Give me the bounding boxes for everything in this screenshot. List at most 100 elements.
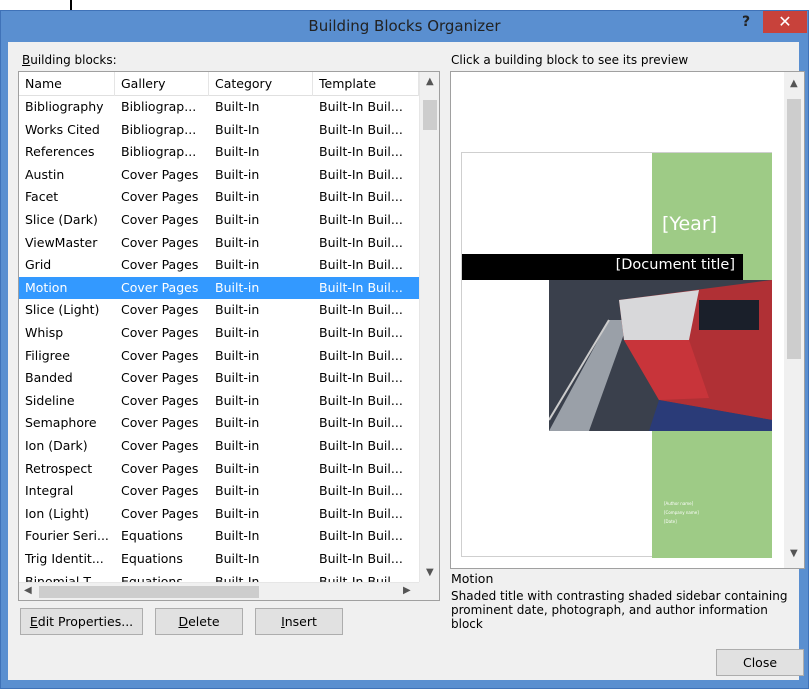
list-row[interactable]: Ion (Dark) Cover Pages Built-in Built-In Bu… <box>19 435 419 458</box>
row-name: Motion <box>25 279 68 295</box>
row-name: Works Cited <box>25 121 100 137</box>
list-header: Name Gallery Category Template <box>19 72 419 96</box>
list-row[interactable]: ViewMaster Cover Pages Built-in Built-In Bu… <box>19 232 419 255</box>
list-vertical-scrollbar[interactable]: ▲ ▼ <box>419 72 439 598</box>
row-template: Built-In Buil... <box>319 144 403 160</box>
row-name: Ion (Dark) <box>25 438 88 453</box>
list-row[interactable]: Austin Cover Pages Built-in Built-In Buil..… <box>19 164 419 187</box>
row-name: Austin <box>25 166 65 182</box>
row-category: Built-In <box>215 99 260 114</box>
row-category: Built-In <box>215 528 260 544</box>
row-name: Trig Identit... <box>25 551 104 566</box>
row-category: Built-in <box>215 460 260 476</box>
delete-button[interactable]: Delete <box>155 608 243 635</box>
list-row[interactable]: Banded Cover Pages Built-in Built-In Buil..… <box>19 367 419 390</box>
list-row[interactable]: Motion Cover Pages Built-in Built-In Buil..… <box>19 276 419 300</box>
train-image <box>549 280 772 431</box>
row-name: Whisp <box>25 325 64 340</box>
row-template: Built-In Buil... <box>319 347 403 363</box>
column-header-gallery[interactable]: Gallery <box>115 72 209 96</box>
list-row[interactable]: Retrospect Cover Pages Built-in Built-In Bu… <box>19 458 419 481</box>
label-rest: uilding blocks: <box>30 53 117 67</box>
scroll-right-icon[interactable]: ▶ <box>403 585 411 596</box>
delete-rest: elete <box>188 614 220 629</box>
row-template: Built-In Buil... <box>319 325 403 340</box>
row-category: Built-in <box>215 302 260 318</box>
list-horizontal-thumb[interactable] <box>39 586 259 598</box>
list-row[interactable]: Trig Identit... Equations Built-In Built-In… <box>19 548 419 571</box>
list-row[interactable]: Sideline Cover Pages Built-in Built-In Buil… <box>19 390 419 413</box>
insert-button[interactable]: Insert <box>255 608 343 635</box>
column-header-category[interactable]: Category <box>209 72 313 96</box>
list-row[interactable]: Works Cited Bibliograp... Built-In Built-In… <box>19 119 419 142</box>
row-gallery: Cover Pages <box>121 166 199 182</box>
row-template: Built-In Buil... <box>319 483 403 499</box>
row-gallery: Bibliograp... <box>121 144 197 160</box>
row-category: Built-in <box>215 212 260 227</box>
company-name-placeholder: [Company name] <box>664 510 699 515</box>
row-category: Built-In <box>215 144 260 160</box>
scroll-up-icon[interactable]: ▲ <box>426 76 434 87</box>
preview-vertical-scrollbar[interactable]: ▲ ▼ <box>784 72 804 568</box>
list-row[interactable]: Facet Cover Pages Built-in Built-In Buil... <box>19 186 419 209</box>
row-gallery: Cover Pages <box>121 347 199 363</box>
row-gallery: Cover Pages <box>121 212 199 227</box>
row-gallery: Cover Pages <box>121 234 199 250</box>
list-row[interactable]: Semaphore Cover Pages Built-in Built-In Bui… <box>19 412 419 435</box>
row-gallery: Cover Pages <box>121 279 199 295</box>
list-row[interactable]: Slice (Light) Cover Pages Built-in Built-In… <box>19 299 419 322</box>
close-button[interactable]: Close <box>716 649 804 676</box>
list-row[interactable]: Ion (Light) Cover Pages Built-in Built-In B… <box>19 503 419 526</box>
row-category: Built-in <box>215 189 260 205</box>
row-template: Built-In Buil... <box>319 99 403 114</box>
selected-block-description: Shaded title with contrasting shaded sid… <box>451 589 788 631</box>
preview-scroll-up-icon[interactable]: ▲ <box>790 78 798 89</box>
row-category: Built-in <box>215 438 260 453</box>
list-vertical-thumb[interactable] <box>423 100 437 130</box>
row-category: Built-in <box>215 347 260 363</box>
preview-vertical-thumb[interactable] <box>787 99 801 359</box>
edit-properties-button[interactable]: Edit Properties... <box>20 608 143 635</box>
list-row[interactable]: Bibliography Bibliograp... Built-In Built-I… <box>19 96 419 119</box>
row-template: Built-In Buil... <box>319 166 403 182</box>
row-template: Built-In Buil... <box>319 370 403 386</box>
building-blocks-label: Building blocks: <box>22 53 117 67</box>
row-name: Ion (Light) <box>25 505 90 521</box>
list-row[interactable]: Grid Cover Pages Built-in Built-In Buil... <box>19 254 419 277</box>
row-name: Sideline <box>25 392 75 408</box>
row-template: Built-In Buil... <box>319 415 403 431</box>
list-row[interactable]: References Bibliograp... Built-In Built-In … <box>19 141 419 164</box>
row-gallery: Cover Pages <box>121 483 199 499</box>
preview-scroll-down-icon[interactable]: ▼ <box>790 548 798 559</box>
row-template: Built-In Buil... <box>319 212 403 227</box>
dialog-title: Building Blocks Organizer <box>308 17 501 35</box>
list-row[interactable]: Slice (Dark) Cover Pages Built-in Built-In … <box>19 209 419 232</box>
row-template: Built-In Buil... <box>319 505 403 521</box>
help-button[interactable]: ? <box>736 14 756 34</box>
row-gallery: Cover Pages <box>121 415 199 431</box>
row-name: Facet <box>25 189 59 205</box>
row-category: Built-in <box>215 234 260 250</box>
list-row[interactable]: Integral Cover Pages Built-in Built-In Buil… <box>19 480 419 503</box>
row-name: ViewMaster <box>25 234 98 250</box>
row-category: Built-in <box>215 166 260 182</box>
row-template: Built-In Buil... <box>319 257 403 273</box>
train-photo <box>549 280 772 431</box>
row-category: Built-in <box>215 483 260 499</box>
row-template: Built-In Buil... <box>319 121 403 137</box>
row-name: Semaphore <box>25 415 97 431</box>
preview-heading: Click a building block to see its previe… <box>451 53 689 67</box>
column-header-template[interactable]: Template <box>313 72 419 96</box>
list-horizontal-scrollbar[interactable]: ◀ ▶ <box>19 582 419 600</box>
list-row[interactable]: Fourier Seri... Equations Built-In Built-In… <box>19 525 419 548</box>
row-gallery: Cover Pages <box>121 325 199 340</box>
list-row[interactable]: Whisp Cover Pages Built-in Built-In Buil... <box>19 322 419 345</box>
building-blocks-list[interactable]: Name Gallery Category Template Bibliogra… <box>18 71 440 601</box>
row-category: Built-in <box>215 415 260 431</box>
row-category: Built-in <box>215 325 260 340</box>
scroll-left-icon[interactable]: ◀ <box>24 585 32 596</box>
column-header-name[interactable]: Name <box>19 72 115 96</box>
list-row[interactable]: Filigree Cover Pages Built-in Built-In Buil… <box>19 345 419 368</box>
close-window-button[interactable]: ✕ <box>763 11 807 33</box>
scroll-down-icon[interactable]: ▼ <box>426 567 434 578</box>
